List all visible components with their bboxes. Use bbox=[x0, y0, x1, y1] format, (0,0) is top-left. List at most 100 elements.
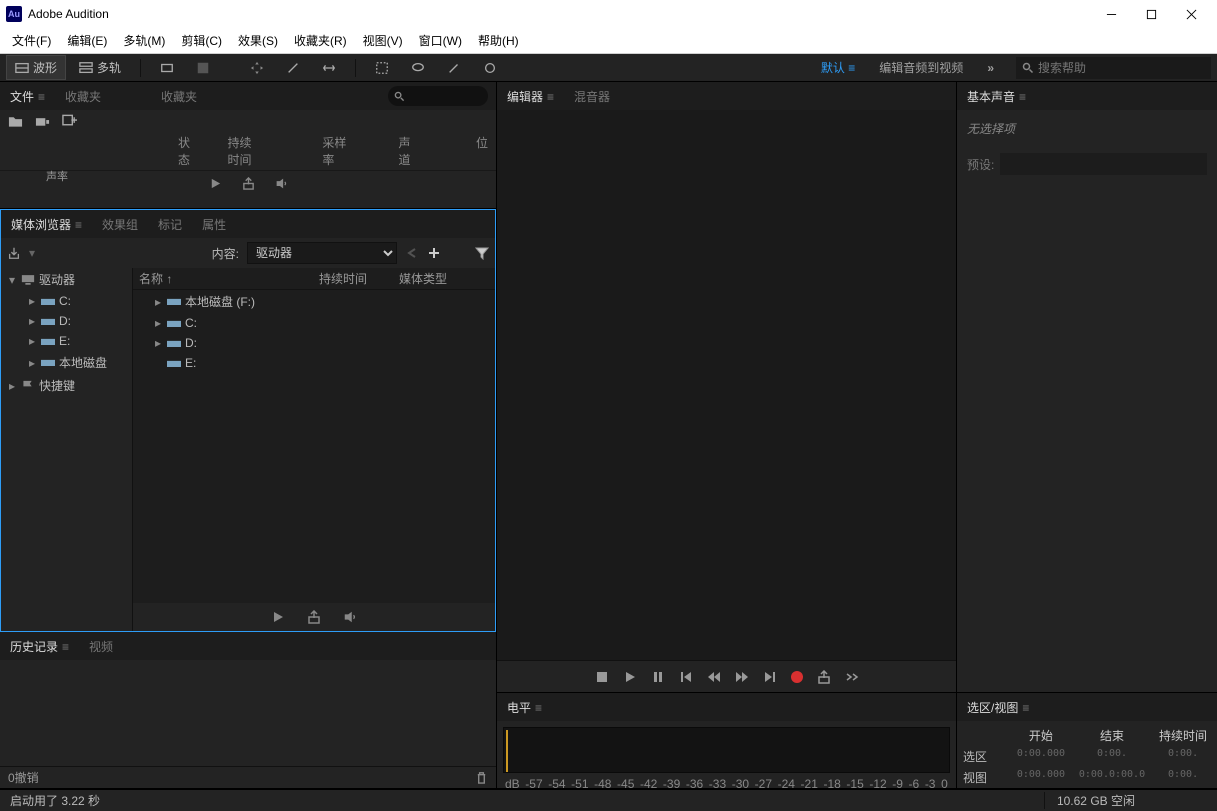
tab-markers[interactable]: 标记 bbox=[156, 212, 184, 237]
col-duration: 持续时间 bbox=[1155, 727, 1211, 744]
menu-clip[interactable]: 剪辑(C) bbox=[173, 29, 230, 52]
trash-icon[interactable] bbox=[475, 771, 488, 784]
workspace-edit-audio-video[interactable]: 编辑音频到视频 bbox=[869, 56, 973, 79]
col-samplerate[interactable]: 采样率 bbox=[322, 134, 348, 168]
waveform-mode-button[interactable]: 波形 bbox=[6, 55, 66, 80]
multitrack-mode-button[interactable]: 多轨 bbox=[70, 55, 130, 80]
view-end-value[interactable]: 0:00.0:00.0 bbox=[1079, 769, 1145, 786]
open-file-icon[interactable] bbox=[8, 114, 23, 128]
play-icon[interactable] bbox=[623, 670, 637, 684]
tab-files[interactable]: 文件≡ bbox=[8, 84, 47, 109]
tab-effects-rack[interactable]: 效果组 bbox=[100, 212, 140, 237]
level-meter[interactable] bbox=[503, 727, 950, 773]
tool-spot-heal[interactable] bbox=[474, 57, 506, 79]
col-name[interactable]: 名称 ↑ bbox=[139, 270, 319, 287]
tab-editor[interactable]: 编辑器≡ bbox=[505, 84, 556, 109]
new-multitrack-icon[interactable] bbox=[62, 114, 77, 128]
import-icon[interactable] bbox=[7, 246, 21, 260]
preset-dropdown[interactable] bbox=[1000, 153, 1207, 175]
tool-hud[interactable] bbox=[151, 57, 183, 79]
autoplay-icon[interactable] bbox=[275, 177, 288, 190]
tree-drive-e[interactable]: ▸E: bbox=[1, 331, 132, 351]
fastforward-icon[interactable] bbox=[735, 670, 749, 684]
export-icon[interactable] bbox=[242, 177, 255, 190]
goto-start-icon[interactable] bbox=[679, 670, 693, 684]
record-new-icon[interactable] bbox=[35, 114, 50, 128]
col-mediatype[interactable]: 媒体类型 bbox=[399, 270, 447, 287]
list-item[interactable]: ▸C: bbox=[133, 313, 495, 333]
list-item[interactable]: E: bbox=[133, 353, 495, 373]
content-dropdown[interactable]: 驱动器 bbox=[247, 242, 397, 264]
menu-file[interactable]: 文件(F) bbox=[4, 29, 59, 52]
tab-history[interactable]: 历史记录≡ bbox=[8, 634, 71, 659]
stop-icon[interactable] bbox=[595, 670, 609, 684]
tree-drives-root[interactable]: ▾驱动器 bbox=[1, 268, 132, 291]
pause-icon[interactable] bbox=[651, 670, 665, 684]
sel-start-value[interactable]: 0:00.000 bbox=[1013, 748, 1069, 765]
files-search[interactable] bbox=[388, 86, 488, 106]
sel-end-value[interactable]: 0:00. bbox=[1079, 748, 1145, 765]
view-dur-value[interactable]: 0:00. bbox=[1155, 769, 1211, 786]
play-icon[interactable] bbox=[271, 610, 285, 624]
drive-icon bbox=[167, 338, 181, 349]
tab-favorites2[interactable]: 收藏夹 bbox=[159, 84, 199, 109]
menu-favorites[interactable]: 收藏夹(R) bbox=[286, 29, 355, 52]
tab-selection-view[interactable]: 选区/视图≡ bbox=[965, 695, 1031, 720]
back-icon[interactable] bbox=[405, 246, 419, 260]
goto-end-icon[interactable] bbox=[763, 670, 777, 684]
filter-icon[interactable] bbox=[475, 246, 489, 260]
close-button[interactable] bbox=[1171, 2, 1211, 26]
workspace-more[interactable]: » bbox=[977, 58, 1004, 78]
drive-icon bbox=[41, 357, 55, 368]
add-shortcut-icon[interactable] bbox=[427, 246, 441, 260]
col-status[interactable]: 状态 bbox=[178, 134, 195, 168]
export-icon[interactable] bbox=[307, 610, 321, 624]
tab-essential-sound[interactable]: 基本声音≡ bbox=[965, 84, 1028, 109]
skip-selection-icon[interactable] bbox=[845, 670, 859, 684]
menu-help[interactable]: 帮助(H) bbox=[470, 29, 527, 52]
tree-drive-d[interactable]: ▸D: bbox=[1, 311, 132, 331]
tab-media-browser[interactable]: 媒体浏览器≡ bbox=[9, 212, 84, 237]
loop-icon[interactable] bbox=[817, 670, 831, 684]
sel-dur-value[interactable]: 0:00. bbox=[1155, 748, 1211, 765]
list-item[interactable]: ▸D: bbox=[133, 333, 495, 353]
tree-shortcuts[interactable]: ▸快捷键 bbox=[1, 374, 132, 397]
help-search[interactable] bbox=[1016, 57, 1211, 79]
tab-video[interactable]: 视频 bbox=[87, 634, 115, 659]
tab-levels[interactable]: 电平≡ bbox=[505, 695, 544, 720]
help-search-input[interactable] bbox=[1038, 61, 1205, 75]
tool-lasso[interactable] bbox=[402, 57, 434, 79]
status-startup: 启动用了 3.22 秒 bbox=[10, 792, 100, 809]
minimize-button[interactable] bbox=[1091, 2, 1131, 26]
tool-marquee[interactable] bbox=[366, 57, 398, 79]
view-start-value[interactable]: 0:00.000 bbox=[1013, 769, 1069, 786]
autoplay-icon[interactable] bbox=[343, 610, 357, 624]
tool-brush[interactable] bbox=[438, 57, 470, 79]
menu-effects[interactable]: 效果(S) bbox=[230, 29, 286, 52]
col-duration[interactable]: 持续时间 bbox=[227, 134, 262, 168]
tab-favorites[interactable]: 收藏夹 bbox=[63, 84, 103, 109]
record-button[interactable] bbox=[791, 671, 803, 683]
rewind-icon[interactable] bbox=[707, 670, 721, 684]
tool-spectral[interactable] bbox=[187, 57, 219, 79]
selection-view-panel: 选区/视图≡ 开始 结束 持续时间 选区 0:00.000 0:00. 0:00… bbox=[957, 693, 1217, 789]
menu-view[interactable]: 视图(V) bbox=[355, 29, 411, 52]
tree-drive-local[interactable]: ▸本地磁盘 bbox=[1, 351, 132, 374]
col-bitdepth[interactable]: 位 bbox=[476, 134, 488, 168]
tab-properties[interactable]: 属性 bbox=[200, 212, 228, 237]
col-duration[interactable]: 持续时间 bbox=[319, 270, 399, 287]
tool-slip[interactable] bbox=[313, 57, 345, 79]
editor-canvas[interactable] bbox=[497, 110, 956, 660]
maximize-button[interactable] bbox=[1131, 2, 1171, 26]
col-channels[interactable]: 声道 bbox=[399, 134, 416, 168]
play-icon[interactable] bbox=[209, 177, 222, 190]
tree-drive-c[interactable]: ▸C: bbox=[1, 291, 132, 311]
list-item[interactable]: ▸本地磁盘 (F:) bbox=[133, 290, 495, 313]
tab-mixer[interactable]: 混音器 bbox=[572, 84, 612, 109]
workspace-default[interactable]: 默认 ≡ bbox=[811, 56, 865, 79]
menu-window[interactable]: 窗口(W) bbox=[411, 29, 470, 52]
menu-edit[interactable]: 编辑(E) bbox=[59, 29, 115, 52]
menu-multitrack[interactable]: 多轨(M) bbox=[115, 29, 173, 52]
tool-move[interactable] bbox=[241, 57, 273, 79]
tool-razor[interactable] bbox=[277, 57, 309, 79]
